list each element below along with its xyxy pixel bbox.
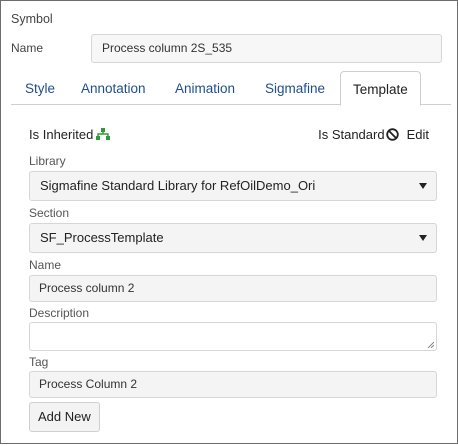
tab-animation[interactable]: Animation xyxy=(175,71,235,105)
is-inherited-row: Is Inherited xyxy=(29,127,111,142)
tag-input[interactable]: Process Column 2 xyxy=(29,371,437,398)
add-new-button[interactable]: Add New xyxy=(29,402,100,432)
template-tab-panel: Is Inherited Is Standard Edit Library Sig… xyxy=(19,116,449,446)
template-name-input[interactable]: Process column 2 xyxy=(29,275,437,302)
library-label: Library xyxy=(29,154,66,168)
ban-icon xyxy=(385,128,399,141)
tab-template[interactable]: Template xyxy=(340,71,421,106)
resize-grip-icon[interactable] xyxy=(427,341,434,348)
caret-down-icon xyxy=(419,183,427,189)
edit-link[interactable]: Edit xyxy=(407,127,429,142)
tab-annotation[interactable]: Annotation xyxy=(81,71,146,105)
symbol-properties-panel: Symbol Name Process column 2S_535 Style … xyxy=(0,0,458,444)
section-label: Section xyxy=(29,206,70,220)
is-standard-label: Is Standard xyxy=(318,127,385,142)
tab-style[interactable]: Style xyxy=(25,71,55,105)
hierarchy-icon xyxy=(96,127,111,140)
tag-label: Tag xyxy=(29,355,49,369)
library-select-value: Sigmafine Standard Library for RefOilDem… xyxy=(40,178,316,193)
library-select[interactable]: Sigmafine Standard Library for RefOilDem… xyxy=(29,171,437,201)
description-textarea[interactable] xyxy=(29,322,437,351)
caret-down-icon xyxy=(419,235,427,241)
template-name-label: Name xyxy=(29,258,62,272)
section-select[interactable]: SF_ProcessTemplate xyxy=(29,223,437,253)
tab-bar: Style Annotation Animation Sigmafine Tem… xyxy=(11,71,451,106)
symbol-name-input[interactable]: Process column 2S_535 xyxy=(91,34,442,63)
description-label: Description xyxy=(29,306,90,320)
symbol-name-label: Name xyxy=(11,41,44,55)
is-standard-row: Is Standard Edit xyxy=(318,127,429,142)
section-select-value: SF_ProcessTemplate xyxy=(40,230,164,245)
tab-sigmafine[interactable]: Sigmafine xyxy=(265,71,325,105)
is-inherited-label: Is Inherited xyxy=(29,127,94,142)
section-title: Symbol xyxy=(11,12,53,26)
